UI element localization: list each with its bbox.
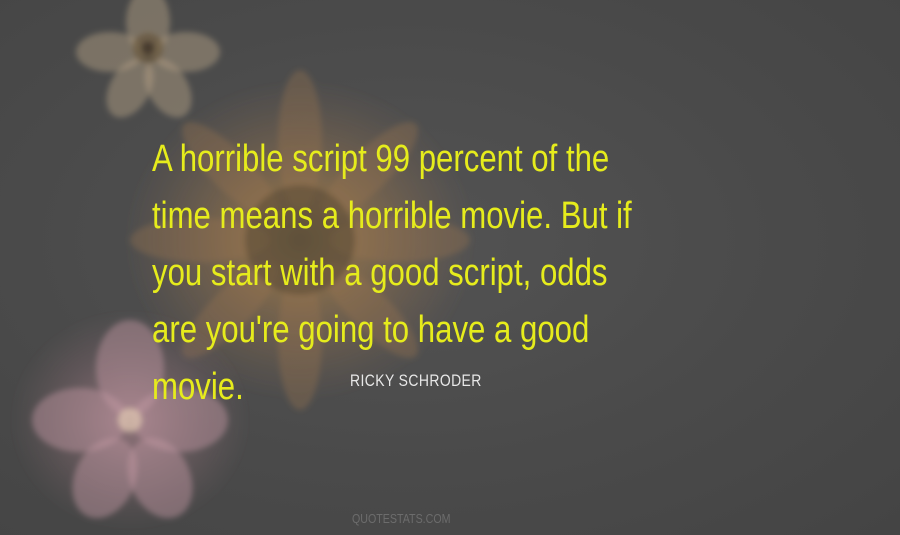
quote-line: time means a horrible movie. But if (152, 195, 632, 237)
quote-line: you start with a good script, odds (152, 252, 608, 294)
top-flower (76, 0, 220, 118)
quote-author: RICKY SCHRODER (350, 371, 482, 390)
quote-line: are you're going to have a good (152, 309, 590, 351)
site-watermark: QUOTESTATS.COM (352, 511, 451, 526)
quote-card: A horrible script 99 percent of the time… (0, 0, 900, 535)
quote-line: A horrible script 99 percent of the (152, 138, 610, 180)
